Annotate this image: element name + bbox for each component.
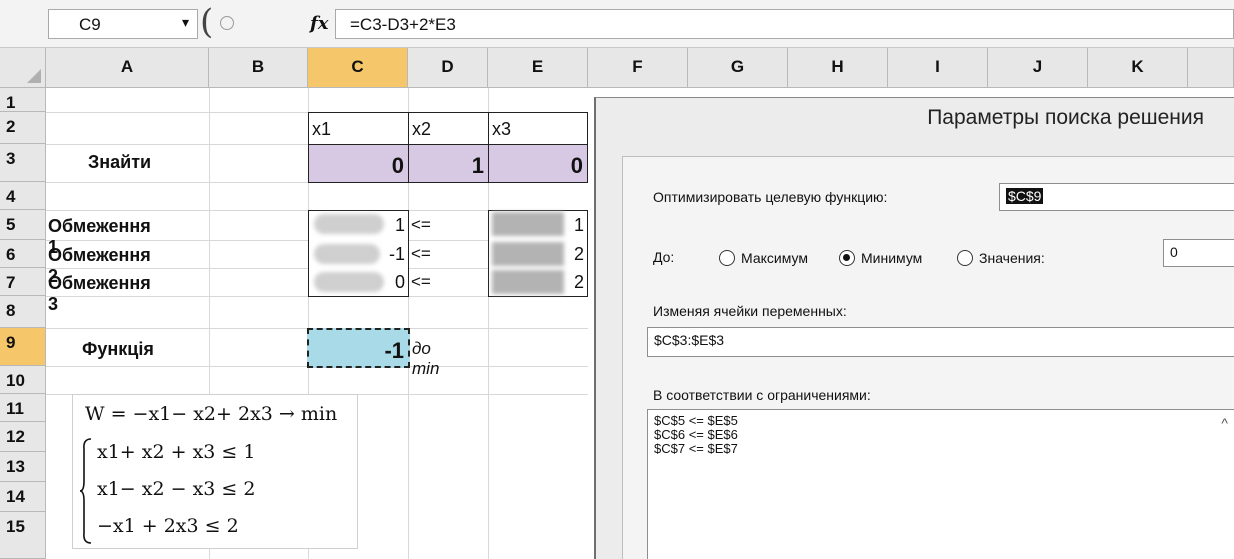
cell-d5[interactable]: <= xyxy=(411,215,431,235)
objective-input[interactable]: $C$9 xyxy=(999,183,1234,211)
name-box-value: C9 xyxy=(79,15,101,34)
cell-d7[interactable]: <= xyxy=(411,272,431,292)
row-header-12[interactable]: 12 xyxy=(0,422,46,452)
cell-a3[interactable]: Знайти xyxy=(88,152,151,173)
constraint-formula-3: −x1 + 2x3 ≤ 2 xyxy=(97,515,239,537)
cell-d9[interactable]: до min xyxy=(412,339,439,379)
cell-e2[interactable]: x3 xyxy=(488,112,588,145)
value-of-input[interactable]: 0 xyxy=(1163,239,1234,267)
column-header-b[interactable]: B xyxy=(209,48,308,88)
formula-bar-separator: ( xyxy=(200,2,300,42)
value-of-radio[interactable] xyxy=(957,250,973,266)
row-header-6[interactable]: 6 xyxy=(0,240,46,268)
paren-glyph: ( xyxy=(200,2,214,42)
row-header-14[interactable]: 14 xyxy=(0,482,46,512)
cell-c3[interactable]: 0 xyxy=(308,144,409,183)
to-label: До: xyxy=(653,249,675,265)
max-label: Максимум xyxy=(741,250,808,266)
cell-c5[interactable]: 1 xyxy=(308,215,409,236)
column-header-k[interactable]: K xyxy=(1088,48,1188,88)
select-all-button[interactable] xyxy=(0,48,46,88)
formula-bar: C9 ▾ ( fx =C3-D3+2*E3 xyxy=(0,0,1234,48)
row-header-13[interactable]: 13 xyxy=(0,452,46,482)
row-header-4[interactable]: 4 xyxy=(0,182,46,210)
column-header-next[interactable] xyxy=(1188,48,1234,88)
objective-value: $C$9 xyxy=(1006,188,1044,204)
math-model-box: W = −x1− x2+ 2x3 → min x1+ x2 + x3 ≤ 1 x… xyxy=(72,394,358,549)
constraint-formula-1: x1+ x2 + x3 ≤ 1 xyxy=(97,441,256,463)
chevron-down-icon[interactable]: ▾ xyxy=(182,14,189,31)
column-header-g[interactable]: G xyxy=(688,48,788,88)
objective-label: Оптимизировать целевую функцию: xyxy=(653,189,888,205)
column-header-i[interactable]: I xyxy=(888,48,988,88)
cell-c9-selected[interactable]: -1 xyxy=(307,328,410,368)
min-radio[interactable] xyxy=(839,250,855,266)
cell-a9[interactable]: Функція xyxy=(82,339,154,360)
insert-function-icon[interactable]: fx xyxy=(310,13,328,34)
changing-cells-input[interactable]: $C$3:$E$3 xyxy=(647,327,1234,357)
row-header-5[interactable]: 5 xyxy=(0,210,46,240)
name-box[interactable]: C9 ▾ xyxy=(48,9,198,39)
changing-cells-label: Изменяя ячейки переменных: xyxy=(653,303,847,319)
column-header-h[interactable]: H xyxy=(788,48,888,88)
column-header-c[interactable]: C xyxy=(308,48,408,88)
constraint-item[interactable]: $C$7 <= $E$7 xyxy=(654,442,1234,456)
brace-icon xyxy=(79,438,92,544)
column-header-d[interactable]: D xyxy=(408,48,488,88)
cell-e6[interactable]: 2 xyxy=(488,244,588,265)
row-header-10[interactable]: 10 xyxy=(0,366,46,394)
cell-e7[interactable]: 2 xyxy=(488,272,588,293)
row-header-3[interactable]: 3 xyxy=(0,144,46,182)
constraint-formula-2: x1− x2 − x3 ≤ 2 xyxy=(97,478,256,500)
constraints-list[interactable]: $C$5 <= $E$5 $C$6 <= $E$6 $C$7 <= $E$7 ^ xyxy=(647,409,1234,559)
constraint-item[interactable]: $C$6 <= $E$6 xyxy=(654,428,1234,442)
cell-d3[interactable]: 1 xyxy=(408,144,489,183)
row-header-2[interactable]: 2 xyxy=(0,112,46,144)
max-radio[interactable] xyxy=(719,250,735,266)
scroll-up-icon[interactable]: ^ xyxy=(1221,416,1228,430)
value-of-label: Значения: xyxy=(979,250,1045,266)
select-all-icon xyxy=(27,69,41,83)
cell-c7[interactable]: 0 xyxy=(308,272,409,293)
cell-e5[interactable]: 1 xyxy=(488,215,588,236)
constraints-label: В соответствии с ограничениями: xyxy=(653,387,871,403)
row-header-11[interactable]: 11 xyxy=(0,394,46,422)
cell-e3[interactable]: 0 xyxy=(488,144,588,183)
cell-d2[interactable]: x2 xyxy=(408,112,489,145)
solver-dialog: Параметры поиска решения Оптимизировать … xyxy=(594,97,1234,559)
formula-input[interactable]: =C3-D3+2*E3 xyxy=(335,9,1234,39)
cell-c6[interactable]: -1 xyxy=(308,244,409,265)
row-header-9[interactable]: 9 xyxy=(0,328,46,366)
column-header-j[interactable]: J xyxy=(988,48,1088,88)
column-header-f[interactable]: F xyxy=(588,48,688,88)
row-header-1[interactable]: 1 xyxy=(0,88,46,112)
column-header-a[interactable]: A xyxy=(46,48,209,88)
cell-d6[interactable]: <= xyxy=(411,244,431,264)
cancel-icon[interactable] xyxy=(220,16,234,30)
row-header-7[interactable]: 7 xyxy=(0,268,46,296)
row-header-15[interactable]: 15 xyxy=(0,512,46,559)
cell-c2[interactable]: x1 xyxy=(308,112,409,145)
row-header-8[interactable]: 8 xyxy=(0,296,46,328)
dialog-body: Оптимизировать целевую функцию: $C$9 До:… xyxy=(622,156,1234,559)
constraint-item[interactable]: $C$5 <= $E$5 xyxy=(654,414,1234,428)
cell-a7[interactable]: Обмеження 3 xyxy=(48,273,151,315)
objective-formula: W = −x1− x2+ 2x3 → min xyxy=(85,403,338,425)
min-label: Минимум xyxy=(861,250,923,266)
column-header-e[interactable]: E xyxy=(488,48,588,88)
dialog-title: Параметры поиска решения xyxy=(927,106,1204,129)
